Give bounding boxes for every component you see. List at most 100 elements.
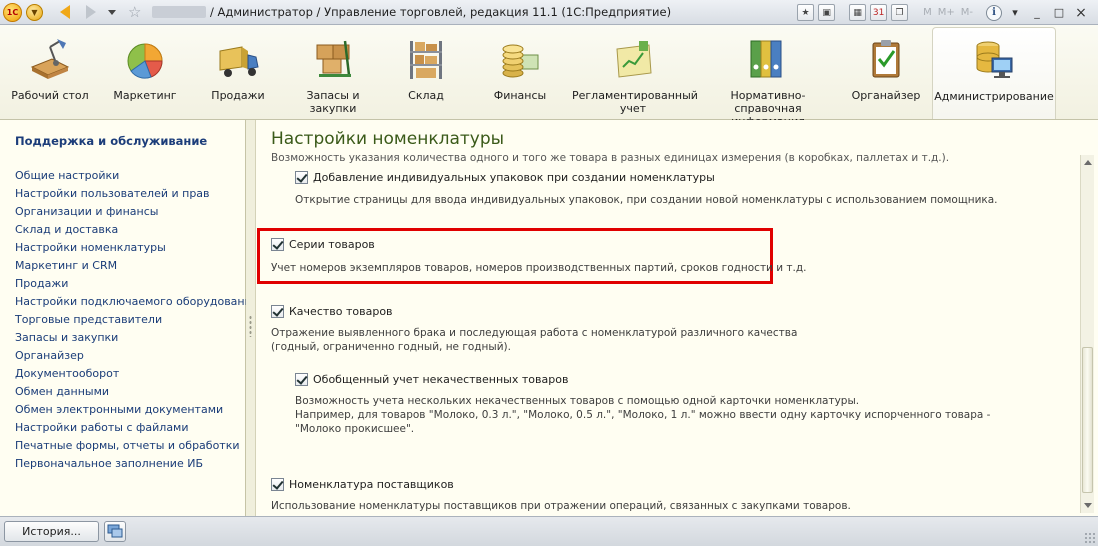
- option-description: (годный, ограниченно годный, не годный).: [271, 341, 511, 353]
- nav-item-orgs[interactable]: Организации и финансы: [15, 203, 258, 221]
- option-quality[interactable]: Качество товаров: [271, 305, 393, 318]
- checkbox-checked-icon[interactable]: [271, 478, 284, 491]
- messages-monitor-icon: [107, 524, 123, 538]
- nav-item-nomenclature[interactable]: Настройки номенклатуры: [15, 239, 258, 257]
- left-navigation: Поддержка и обслуживание Общие настройки…: [0, 120, 258, 516]
- option-description: Отражение выявленного брака и последующа…: [271, 327, 798, 339]
- folder-chart-icon: [616, 41, 652, 78]
- memory-minus-button[interactable]: M-: [960, 7, 974, 18]
- status-bar: История...: [0, 516, 1098, 546]
- history-button[interactable]: История...: [4, 521, 99, 542]
- window-title: / Администратор / Управление торговлей, …: [210, 5, 672, 19]
- section-reports[interactable]: Регламентированный учет: [572, 27, 698, 119]
- bookmark-icon[interactable]: ▣: [818, 4, 836, 21]
- section-stock[interactable]: Запасы и закупки: [286, 27, 380, 119]
- sections-panel: Рабочий стол Маркетинг Продажи Запасы и: [0, 25, 1098, 128]
- messages-button[interactable]: [104, 521, 126, 542]
- memory-m-button[interactable]: M: [922, 7, 933, 18]
- restore-button[interactable]: □: [1050, 5, 1068, 21]
- nav-item-marketing[interactable]: Маркетинг и CRM: [15, 257, 258, 275]
- minimize-button[interactable]: _: [1028, 5, 1046, 21]
- section-marketing[interactable]: Маркетинг: [100, 27, 190, 119]
- section-finance[interactable]: Финансы: [474, 27, 566, 119]
- title-toolbar: ★ ▣ ▦ 31 ❐ M M+ M- i ▾ _ □ ×: [797, 3, 1090, 22]
- option-generalized-defective[interactable]: Обобщенный учет некачественных товаров: [295, 373, 568, 386]
- checkbox-checked-icon[interactable]: [271, 238, 284, 251]
- nav-item-files[interactable]: Настройки работы с файлами: [15, 419, 258, 437]
- section-organizer[interactable]: Органайзер: [844, 27, 928, 119]
- option-supplier-nomenclature[interactable]: Номенклатура поставщиков: [271, 478, 454, 491]
- settings-content: Возможность указания количества одного и…: [256, 120, 1076, 516]
- forward-arrow-icon[interactable]: [86, 5, 96, 19]
- section-label: Органайзер: [851, 89, 921, 102]
- calendar-icon[interactable]: 31: [870, 4, 888, 21]
- database-monitor-icon: [976, 41, 1013, 78]
- back-arrow-icon[interactable]: [60, 5, 70, 19]
- section-warehouse[interactable]: Склад: [388, 27, 464, 119]
- option-description: Открытие страницы для ввода индивидуальн…: [295, 194, 998, 206]
- nav-item-warehouse[interactable]: Склад и доставка: [15, 221, 258, 239]
- vertical-scrollbar[interactable]: [1080, 155, 1094, 513]
- main-menu-icon[interactable]: ▼: [26, 4, 43, 21]
- nav-item-exchange[interactable]: Обмен данными: [15, 383, 258, 401]
- section-label: Маркетинг: [113, 89, 177, 102]
- truck-icon: [219, 46, 259, 77]
- memory-plus-button[interactable]: M+: [937, 7, 956, 18]
- nav-item-equipment[interactable]: Настройки подключаемого оборудования: [15, 293, 258, 311]
- option-series[interactable]: Серии товаров: [271, 238, 375, 251]
- nav-list: Общие настройки Настройки пользователей …: [15, 167, 258, 473]
- option-description: Возможность учета нескольких некачествен…: [295, 395, 860, 407]
- checkbox-checked-icon[interactable]: [271, 305, 284, 318]
- main-panel: Настройки номенклатуры Возможность указа…: [256, 120, 1098, 516]
- checkbox-checked-icon[interactable]: [295, 171, 308, 184]
- nav-item-edi[interactable]: Обмен электронными документами: [15, 401, 258, 419]
- info-dropdown-icon[interactable]: ▾: [1006, 5, 1024, 21]
- section-desktop[interactable]: Рабочий стол: [8, 27, 92, 119]
- scroll-down-arrow-icon[interactable]: [1084, 503, 1092, 508]
- section-label: Рабочий стол: [11, 89, 89, 102]
- option-label: Серии товаров: [289, 238, 375, 251]
- splitter-grip-icon: [249, 315, 252, 337]
- boxes-cart-icon: [316, 40, 351, 77]
- app-logo-icon[interactable]: 1С: [3, 3, 22, 22]
- nav-heading[interactable]: Поддержка и обслуживание: [15, 134, 207, 148]
- nav-item-print-forms[interactable]: Печатные формы, отчеты и обработки: [15, 437, 258, 455]
- panel-splitter[interactable]: [246, 120, 256, 516]
- option-description: Например, для товаров "Молоко, 0.3 л.", …: [295, 409, 991, 421]
- option-description: Учет номеров экземпляров товаров, номеро…: [271, 262, 807, 274]
- pie-chart-icon: [127, 43, 163, 79]
- favorite-star-icon[interactable]: ☆: [128, 3, 141, 21]
- section-admin[interactable]: Администрирование: [932, 27, 1056, 119]
- info-icon[interactable]: i: [986, 4, 1002, 21]
- section-sales[interactable]: Продажи: [198, 27, 278, 119]
- scrollbar-thumb[interactable]: [1082, 347, 1093, 493]
- option-description: "Молоко прокисшее".: [295, 423, 415, 435]
- option-individual-packs[interactable]: Добавление индивидуальных упаковок при с…: [295, 171, 715, 184]
- nav-item-stock[interactable]: Запасы и закупки: [15, 329, 258, 347]
- coins-icon: [502, 44, 539, 78]
- red-highlight-frame: [257, 228, 773, 284]
- option-description: Использование номенклатуры поставщиков п…: [271, 500, 851, 512]
- close-button[interactable]: ×: [1072, 5, 1090, 21]
- cut-off-description: Возможность указания количества одного и…: [271, 152, 950, 164]
- option-label: Добавление индивидуальных упаковок при с…: [313, 171, 715, 184]
- section-label: Продажи: [211, 89, 265, 102]
- nav-item-docflow[interactable]: Документооборот: [15, 365, 258, 383]
- shelves-icon: [410, 41, 442, 79]
- nav-item-users[interactable]: Настройки пользователей и прав: [15, 185, 258, 203]
- section-refs[interactable]: Нормативно-справочная информация: [700, 27, 836, 128]
- clipboard-check-icon: [872, 40, 900, 78]
- nav-item-sales[interactable]: Продажи: [15, 275, 258, 293]
- copy-icon[interactable]: ❐: [891, 4, 909, 21]
- calculator-icon[interactable]: ▦: [849, 4, 867, 21]
- resize-grip-icon[interactable]: [1084, 532, 1096, 544]
- checkbox-checked-icon[interactable]: [295, 373, 308, 386]
- star-add-icon[interactable]: ★: [797, 4, 815, 21]
- nav-item-organizer[interactable]: Органайзер: [15, 347, 258, 365]
- history-dropdown-icon[interactable]: [108, 10, 116, 15]
- section-label: Регламентированный учет: [572, 89, 698, 115]
- nav-item-general[interactable]: Общие настройки: [15, 167, 258, 185]
- scroll-up-arrow-icon[interactable]: [1084, 160, 1092, 165]
- nav-item-initial-fill[interactable]: Первоначальное заполнение ИБ: [15, 455, 258, 473]
- nav-item-agents[interactable]: Торговые представители: [15, 311, 258, 329]
